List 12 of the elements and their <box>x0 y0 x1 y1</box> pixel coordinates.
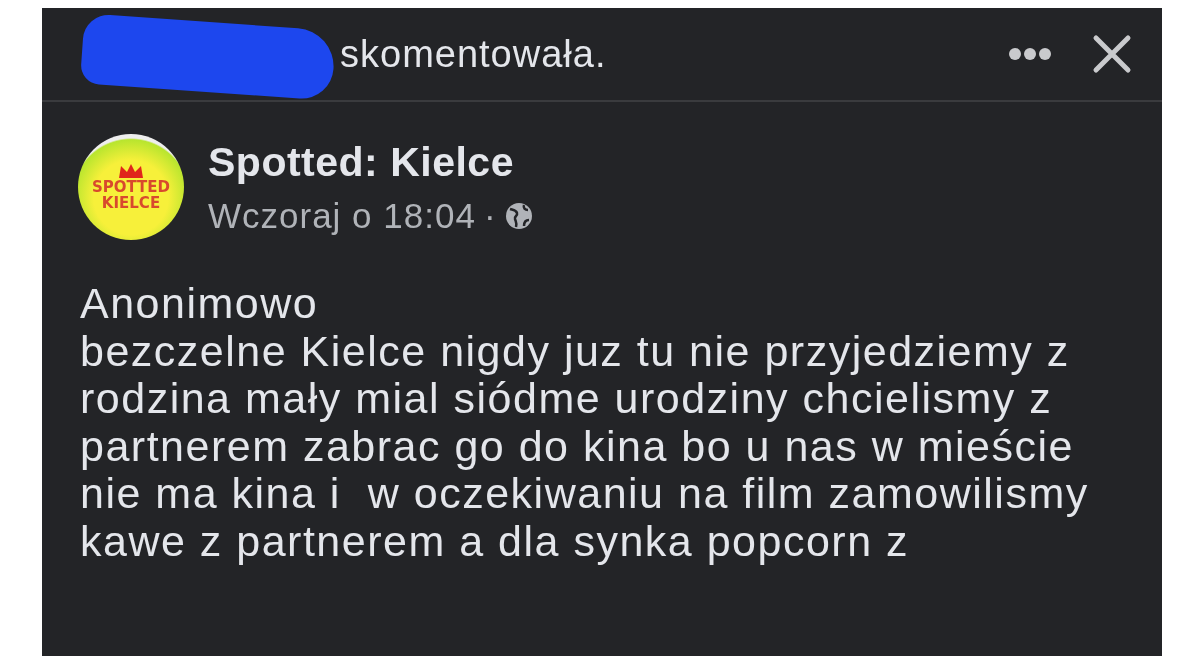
separator: · <box>483 195 497 236</box>
header-text: skomentowała. <box>340 32 607 76</box>
post-text: Anonimowo bezczelne Kielce nigdy juz tu nie przyjedziemy z rodzina mały mial siódme urodziny chcielismy z partnerem zabrac go do kina bo u nas w mieście nie ma kina i w oczekiwaniu na film zamowilismy kawe z partnerem a dla synka popcorn z <box>80 280 1090 565</box>
close-icon <box>1092 34 1132 74</box>
page-avatar[interactable]: SPOTTED KIELCE <box>78 134 184 240</box>
post-time[interactable]: Wczoraj o 18:04 <box>208 195 476 236</box>
more-dots-icon <box>1008 47 1052 61</box>
avatar-text: SPOTTED <box>91 179 171 195</box>
globe-icon <box>504 201 533 230</box>
avatar-text: KIELCE <box>101 195 161 211</box>
crown-icon <box>118 163 144 179</box>
page-name[interactable]: Spotted: Kielce <box>208 138 533 186</box>
